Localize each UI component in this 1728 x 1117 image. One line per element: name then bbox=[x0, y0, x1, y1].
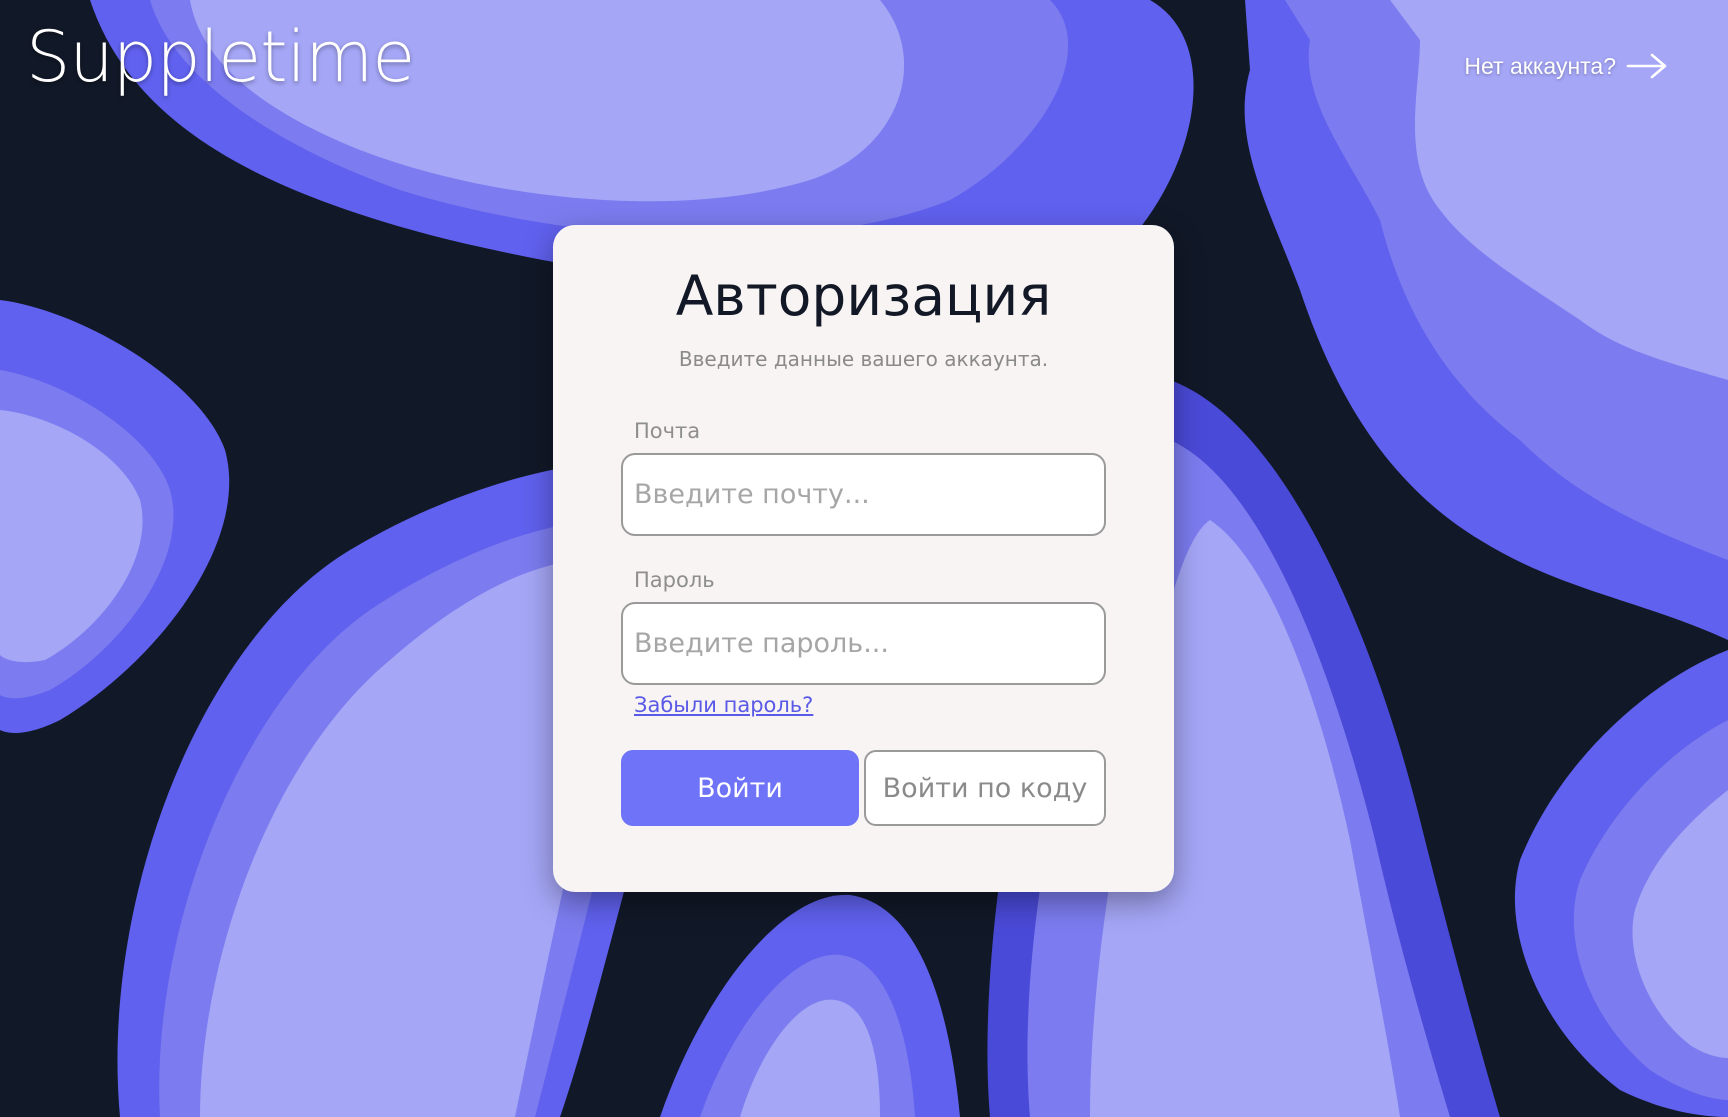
login-card: Авторизация Введите данные вашего аккаун… bbox=[553, 225, 1174, 892]
email-label: Почта bbox=[634, 419, 701, 443]
login-button[interactable]: Войти bbox=[621, 750, 859, 826]
arrow-right-icon bbox=[1626, 52, 1668, 80]
page-title: Авторизация bbox=[675, 264, 1052, 328]
brand-logo[interactable]: Suppletime bbox=[26, 22, 415, 92]
email-field[interactable] bbox=[621, 453, 1106, 536]
login-by-code-button[interactable]: Войти по коду bbox=[864, 750, 1106, 826]
forgot-password-link[interactable]: Забыли пароль? bbox=[634, 693, 813, 717]
signup-link[interactable]: Нет аккаунта? bbox=[1464, 52, 1668, 80]
password-field[interactable] bbox=[621, 602, 1106, 685]
signup-link-label: Нет аккаунта? bbox=[1464, 52, 1616, 79]
password-label: Пароль bbox=[634, 568, 715, 592]
page-subtitle: Введите данные вашего аккаунта. bbox=[678, 347, 1049, 371]
